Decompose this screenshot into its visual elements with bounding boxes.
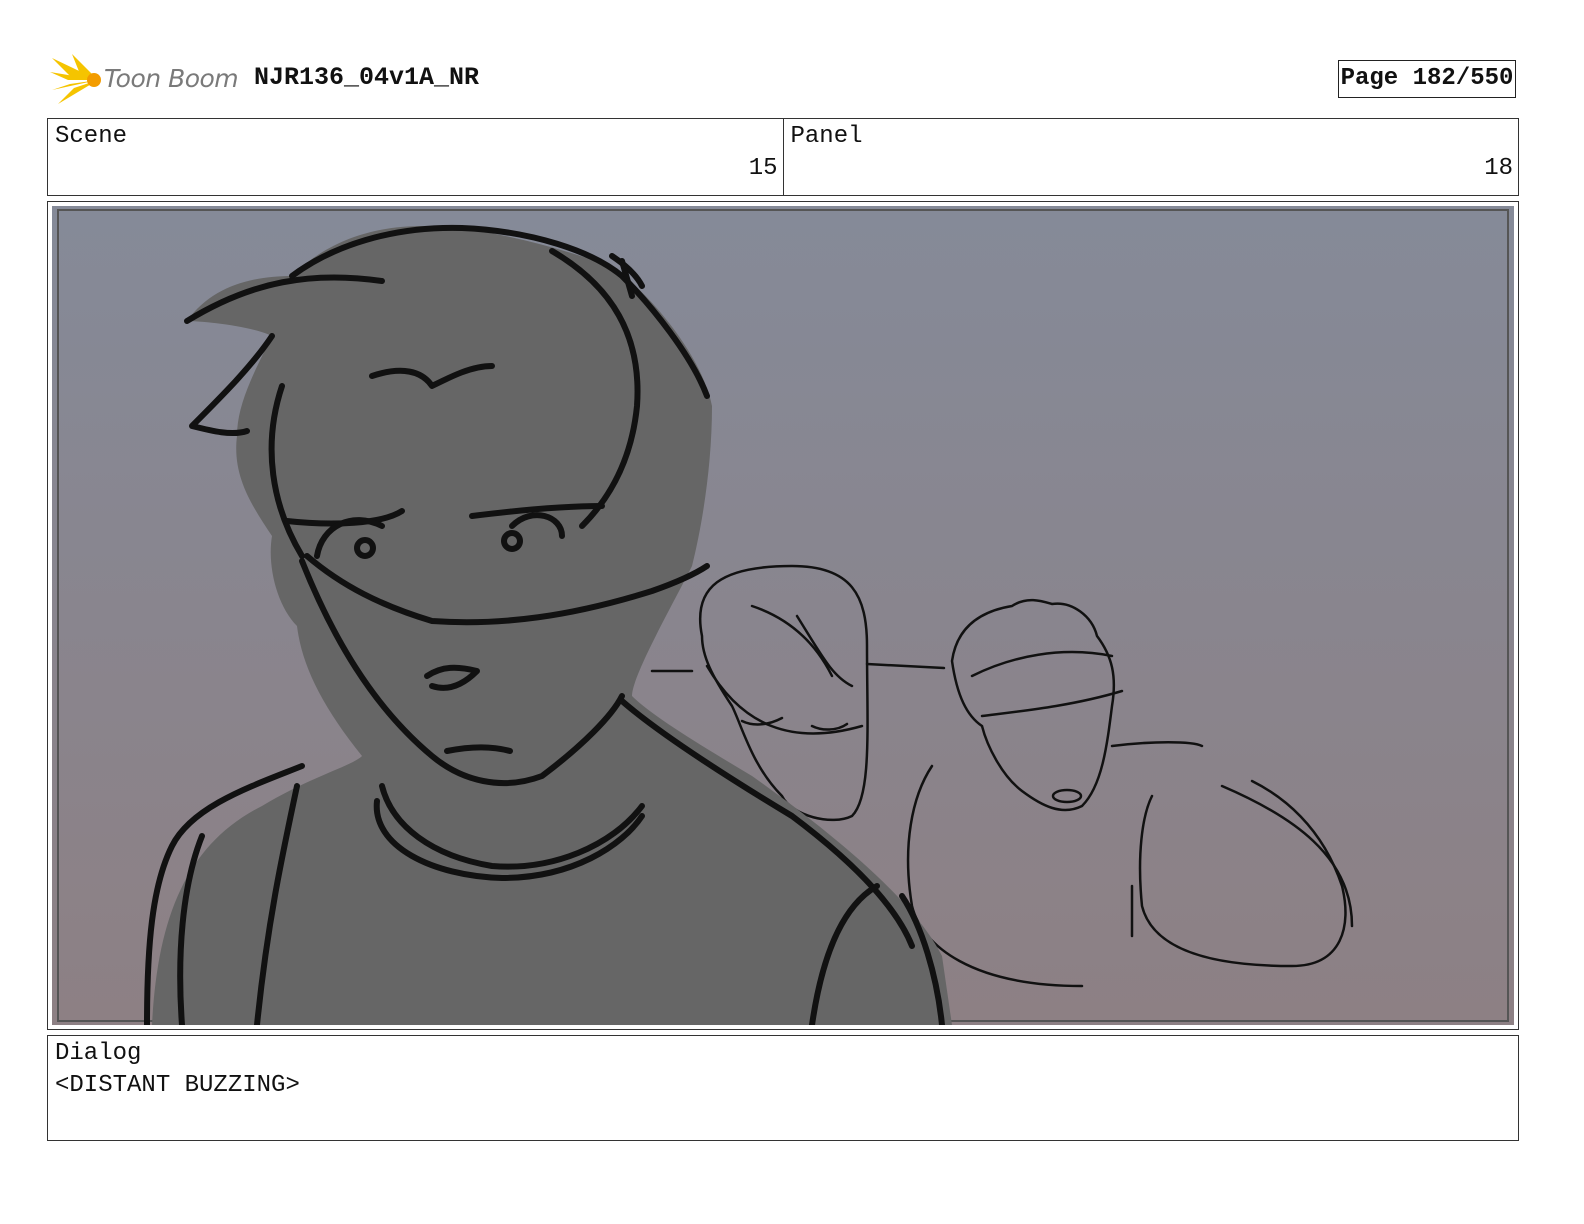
scene-number: 15 [748,155,778,182]
dialog-box: Dialog <DISTANT BUZZING> [47,1035,1519,1141]
page-indicator: Page 182/550 [1338,60,1516,98]
scene-cell: Scene 15 [48,119,783,195]
panel-number: 18 [1484,155,1513,182]
storyboard-panel-image [52,206,1514,1025]
toon-boom-logo: Toon Boom [50,54,240,106]
document-title: NJR136_04v1A_NR [254,63,480,92]
logo-text: Toon Boom [104,64,239,93]
scene-label: Scene [55,123,128,150]
panel-cell: Panel 18 [782,119,1519,195]
dialog-label: Dialog [55,1040,142,1067]
scene-panel-info: Scene 15 Panel 18 [47,118,1519,196]
dialog-text: <DISTANT BUZZING> [55,1072,300,1099]
starburst-icon [50,54,101,104]
panel-label: Panel [790,123,863,150]
